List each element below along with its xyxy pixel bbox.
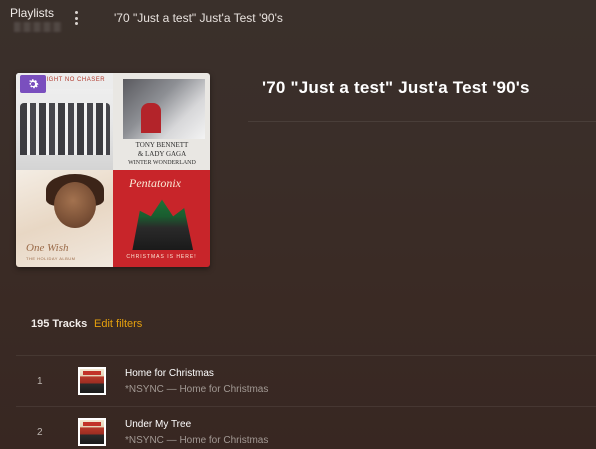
smart-playlist-badge xyxy=(20,75,46,93)
cover-4-art xyxy=(132,199,194,250)
track-artist-album[interactable]: *NSYNC — Home for Christmas xyxy=(125,435,268,446)
more-options-button[interactable] xyxy=(70,8,82,28)
gear-icon xyxy=(29,79,39,89)
poster-cover-3: One Wish THE HOLIDAY ALBUM xyxy=(16,170,113,267)
cover-1-art xyxy=(20,103,110,155)
cover-3-title: One Wish xyxy=(26,242,69,254)
poster-cover-4: Pentatonix CHRISTMAS IS HERE! xyxy=(113,170,210,267)
cover-2-line-3: WINTER WONDERLAND xyxy=(128,160,196,166)
cover-4-subtitle: CHRISTMAS IS HERE! xyxy=(126,254,197,260)
page-title: '70 "Just a test" Just'a Test '90's xyxy=(262,78,530,97)
cover-2-figure xyxy=(141,103,161,133)
cover-3-subtitle: THE HOLIDAY ALBUM xyxy=(26,256,76,261)
album-art xyxy=(80,369,104,393)
track-title[interactable]: Under My Tree xyxy=(125,419,191,430)
track-thumbnail[interactable] xyxy=(78,367,106,395)
vertical-ellipsis-icon-dot xyxy=(74,22,78,25)
cover-3-art-face xyxy=(54,182,96,228)
breadcrumb-current-title: '70 "Just a test" Just'a Test '90's xyxy=(114,11,283,25)
album-art xyxy=(80,420,104,444)
poster-cover-2: TONY BENNETT & LADY GAGA WINTER WONDERLA… xyxy=(113,73,210,170)
vertical-ellipsis-icon-dot xyxy=(74,16,78,20)
track-thumbnail[interactable] xyxy=(78,418,106,446)
breadcrumb-blurred-subtext xyxy=(14,22,62,32)
edit-filters-link[interactable]: Edit filters xyxy=(94,318,142,330)
track-number: 1 xyxy=(37,376,43,387)
track-row[interactable]: 1 Home for Christmas *NSYNC — Home for C… xyxy=(16,355,596,406)
top-bar: Playlists '70 "Just a test" Just'a Test … xyxy=(0,0,596,38)
cover-2-line-2: & LADY GAGA xyxy=(137,150,187,158)
track-title[interactable]: Home for Christmas xyxy=(125,368,214,379)
cover-4-title: Pentatonix xyxy=(129,176,181,190)
track-number: 2 xyxy=(37,427,43,438)
vertical-ellipsis-icon xyxy=(74,11,78,14)
track-artist-album[interactable]: *NSYNC — Home for Christmas xyxy=(125,384,268,395)
breadcrumb-playlists[interactable]: Playlists xyxy=(10,6,54,20)
cover-2-art xyxy=(123,79,205,139)
cover-2-line-1: TONY BENNETT xyxy=(135,141,189,149)
track-count: 195 Tracks xyxy=(31,318,88,330)
cover-2-text: TONY BENNETT & LADY GAGA WINTER WONDERLA… xyxy=(119,141,205,168)
track-row[interactable]: 2 Under My Tree *NSYNC — Home for Christ… xyxy=(16,406,596,449)
playlist-poster[interactable]: ...IGHT NO CHASER TONY BENNETT & LADY GA… xyxy=(16,73,210,267)
track-list: 1 Home for Christmas *NSYNC — Home for C… xyxy=(16,355,596,449)
title-divider xyxy=(248,121,596,122)
cover-1-text: ...IGHT NO CHASER xyxy=(40,77,106,83)
